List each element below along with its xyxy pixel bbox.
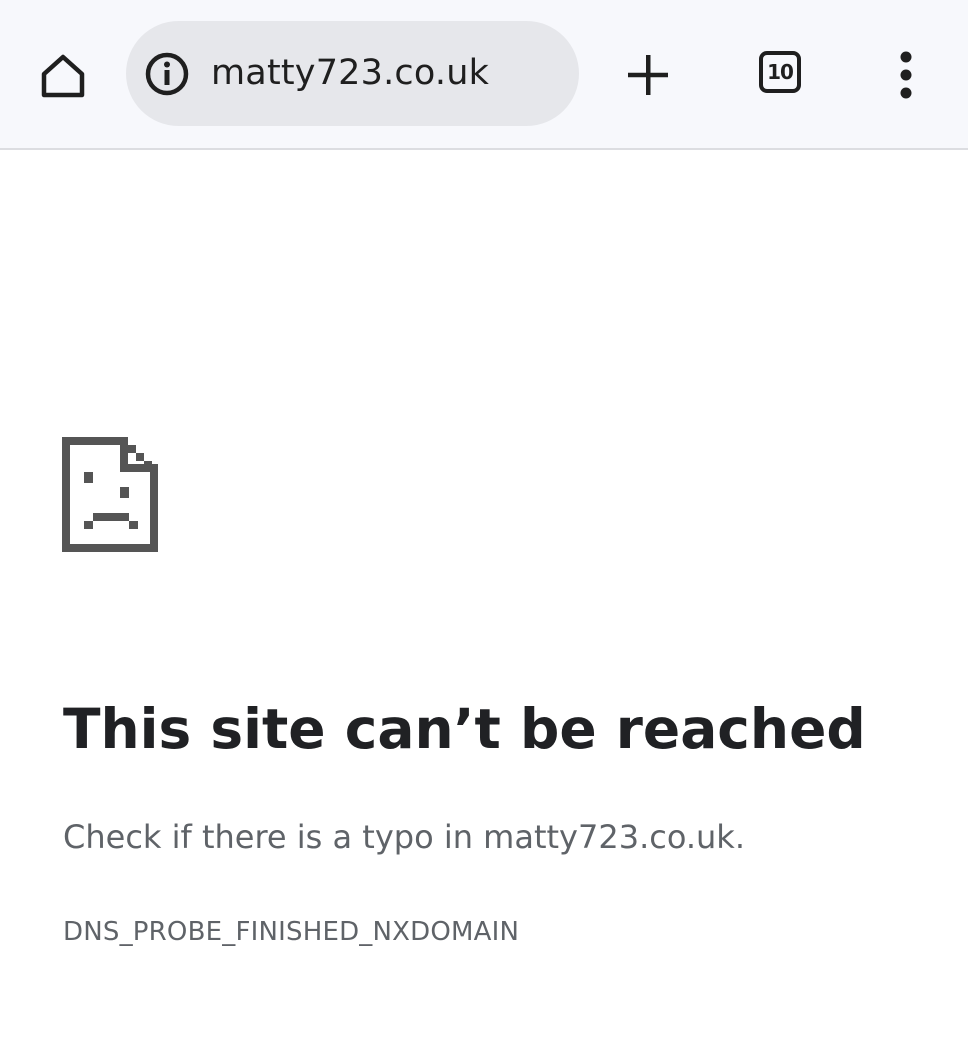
sad-page-icon [62,437,158,552]
plus-icon [628,55,668,95]
more-vertical-icon [900,51,912,99]
new-tab-button[interactable] [616,44,680,106]
error-title: This site can’t be reached [63,697,866,761]
tab-count-label: 10 [767,60,794,84]
info-icon[interactable] [144,51,190,97]
tab-switcher-button[interactable]: 10 [759,51,801,93]
menu-button[interactable] [876,44,936,106]
error-description: Check if there is a typo in matty723.co.… [63,818,745,856]
home-icon [41,54,85,98]
browser-toolbar: matty723.co.uk 10 [0,0,968,150]
url-text: matty723.co.uk [211,53,490,93]
error-code: DNS_PROBE_FINISHED_NXDOMAIN [63,917,520,947]
home-button[interactable] [30,44,96,106]
address-bar[interactable]: matty723.co.uk [126,21,579,126]
